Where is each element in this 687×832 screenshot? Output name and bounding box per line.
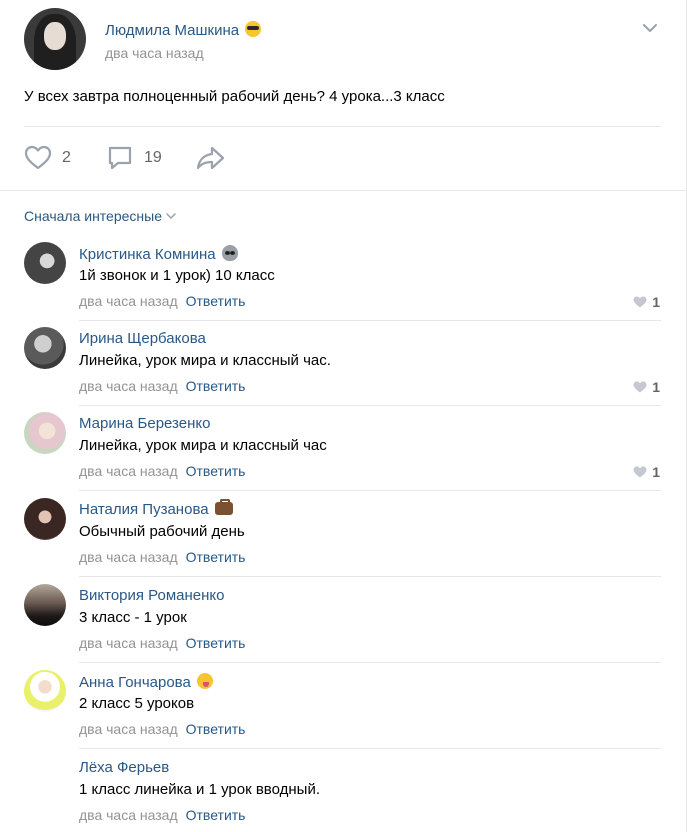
comment-text: Линейка, урок мира и классный час. xyxy=(79,352,331,369)
share-button[interactable] xyxy=(196,144,226,172)
commenter-avatar[interactable] xyxy=(24,242,66,284)
commenter-name[interactable]: Виктория Романенко xyxy=(79,587,225,604)
heart-icon xyxy=(24,145,52,170)
comment-text: 3 класс - 1 урок xyxy=(79,609,187,626)
commenter-avatar[interactable] xyxy=(24,670,66,712)
share-icon xyxy=(196,146,225,170)
comment-time[interactable]: два часа назад xyxy=(79,807,178,823)
heart-icon xyxy=(633,466,647,478)
comment-meta: два часа назад Ответить xyxy=(79,807,245,823)
post-author-label[interactable]: Людмила Машкина xyxy=(105,22,239,39)
divider xyxy=(79,405,661,406)
reply-button[interactable]: Ответить xyxy=(186,721,246,737)
post-author-name[interactable]: Людмила Машкина xyxy=(105,21,262,39)
comment-like-button[interactable]: 1 xyxy=(633,294,660,310)
section-divider xyxy=(0,190,686,191)
commenter-avatar[interactable] xyxy=(24,412,66,454)
comment-time[interactable]: два часа назад xyxy=(79,549,178,565)
post-text: У всех завтра полноценный рабочий день? … xyxy=(24,88,445,105)
comment-meta: два часа назад Ответить xyxy=(79,463,245,479)
like-count: 2 xyxy=(62,149,71,166)
divider xyxy=(79,490,661,491)
commenter-name[interactable]: Лёха Ферьев xyxy=(79,759,169,776)
sort-dropdown[interactable]: Сначала интересные xyxy=(24,208,176,224)
comment-time[interactable]: два часа назад xyxy=(79,378,178,394)
comment-icon xyxy=(108,146,132,170)
comment-text: Обычный рабочий день xyxy=(79,523,245,540)
comment-like-count: 1 xyxy=(652,379,660,395)
comment-text: 1 класс линейка и 1 урок вводный. xyxy=(79,781,320,798)
commenter-name[interactable]: Анна Гончарова xyxy=(79,673,213,691)
comment-button[interactable]: 19 xyxy=(106,144,162,172)
divider xyxy=(79,320,661,321)
comment-time[interactable]: два часа назад xyxy=(79,635,178,651)
commenter-name[interactable]: Ирина Щербакова xyxy=(79,330,206,347)
comment-text: Линейка, урок мира и классный час xyxy=(79,437,327,454)
zany-face-icon xyxy=(196,673,213,689)
reply-button[interactable]: Ответить xyxy=(186,807,246,823)
heart-icon xyxy=(633,381,647,393)
comment-meta: два часа назад Ответить xyxy=(79,293,245,309)
comment-time[interactable]: два часа назад xyxy=(79,721,178,737)
comment-count: 19 xyxy=(144,149,162,166)
sort-label: Сначала интересные xyxy=(24,208,162,224)
reply-button[interactable]: Ответить xyxy=(186,463,246,479)
post-author-avatar[interactable] xyxy=(24,8,86,70)
commenter-name[interactable]: Марина Березенко xyxy=(79,415,210,432)
commenter-avatar[interactable] xyxy=(24,584,66,626)
comment-like-count: 1 xyxy=(652,294,660,310)
commenter-avatar[interactable] xyxy=(24,327,66,369)
divider xyxy=(79,662,661,663)
commenter-avatar[interactable] xyxy=(24,498,66,540)
smiling-face-with-sunglasses-icon xyxy=(245,21,262,37)
heart-icon xyxy=(633,296,647,308)
post-timestamp[interactable]: два часа назад xyxy=(105,45,204,61)
comment-time[interactable]: два часа назад xyxy=(79,293,178,309)
comment-like-count: 1 xyxy=(652,464,660,480)
reply-button[interactable]: Ответить xyxy=(186,378,246,394)
reply-button[interactable]: Ответить xyxy=(186,549,246,565)
post-actions: 2 19 xyxy=(24,144,664,172)
reply-button[interactable]: Ответить xyxy=(186,635,246,651)
comment-like-button[interactable]: 1 xyxy=(633,464,660,480)
post-header: Людмила Машкина два часа назад xyxy=(24,8,664,72)
comment-meta: два часа назад Ответить xyxy=(79,549,245,565)
commenter-name[interactable]: Наталия Пузанова xyxy=(79,499,233,518)
briefcase-icon xyxy=(214,499,233,515)
comment-like-button[interactable]: 1 xyxy=(633,379,660,395)
comment-text: 2 класс 5 уроков xyxy=(79,695,195,712)
divider xyxy=(79,748,661,749)
like-button[interactable]: 2 xyxy=(24,144,71,172)
comment-text: 1й звонок и 1 урок) 10 класс xyxy=(79,267,275,284)
comment-time[interactable]: два часа назад xyxy=(79,463,178,479)
comment-meta: два часа назад Ответить xyxy=(79,378,245,394)
divider xyxy=(24,126,661,127)
comment-meta: два часа назад Ответить xyxy=(79,721,245,737)
chevron-down-icon xyxy=(166,213,176,220)
comment-meta: два часа назад Ответить xyxy=(79,635,245,651)
alien-icon xyxy=(221,245,238,261)
chevron-down-icon[interactable] xyxy=(642,20,658,36)
divider xyxy=(79,576,661,577)
reply-button[interactable]: Ответить xyxy=(186,293,246,309)
commenter-name[interactable]: Кристинка Комнина xyxy=(79,245,238,263)
